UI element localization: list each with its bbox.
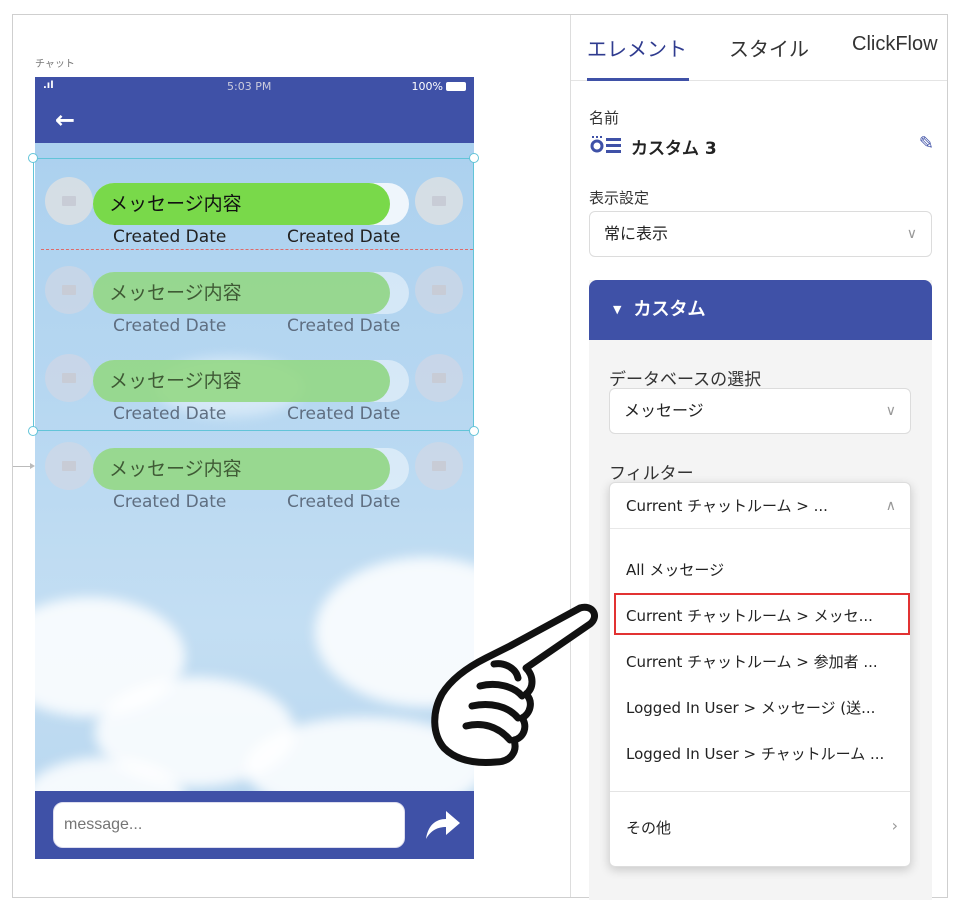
- active-tab-indicator: [587, 78, 689, 81]
- database-select-value: メッセージ: [624, 401, 704, 420]
- chevron-right-icon: ›: [891, 816, 898, 835]
- filter-option[interactable]: Current チャットルーム > 参加者 ...: [626, 651, 878, 672]
- database-select-label: データベースの選択: [609, 370, 762, 390]
- message-row[interactable]: メッセージ内容 Created Date Created Date: [35, 442, 474, 522]
- filter-select-current[interactable]: Current チャットルーム > ... ∧: [610, 483, 910, 529]
- element-name: カスタム 3: [631, 139, 717, 159]
- signal-icon: .ıl: [43, 80, 54, 91]
- collapse-triangle-icon: ▼: [613, 303, 622, 316]
- send-arrow-icon[interactable]: [422, 807, 462, 843]
- filter-option[interactable]: Logged In User > チャットルーム ...: [626, 743, 884, 764]
- battery-indicator: 100%: [412, 80, 466, 93]
- resize-handle[interactable]: [469, 153, 479, 163]
- custom-list-icon: [590, 136, 621, 153]
- screen-label: チャット: [35, 59, 75, 70]
- pointing-hand-icon: [431, 603, 598, 766]
- message-bubble[interactable]: メッセージ内容: [93, 448, 390, 490]
- app-header: ←: [35, 97, 474, 143]
- chevron-down-icon: ∨: [885, 403, 896, 419]
- avatar-image: [45, 442, 93, 490]
- custom-section-title: カスタム: [633, 299, 706, 320]
- properties-panel: エレメント スタイル ClickFlow 名前 カスタム 3 ✎ 表示設定 常に…: [570, 15, 947, 900]
- tab-clickflow[interactable]: ClickFlow: [852, 33, 938, 56]
- display-setting-value: 常に表示: [604, 224, 669, 243]
- status-bar: .ıl 5:03 PM 100%: [35, 77, 474, 97]
- filter-label: フィルター: [609, 464, 694, 484]
- filter-current-value: Current チャットルーム > ...: [626, 497, 828, 515]
- tab-style[interactable]: スタイル: [729, 33, 809, 62]
- dropdown-divider: [610, 791, 910, 792]
- custom-section: ▼ カスタム データベースの選択 メッセージ ∨ フィルター Current チャ…: [589, 280, 932, 900]
- created-date-left: Created Date: [113, 492, 227, 512]
- message-input[interactable]: [53, 802, 405, 848]
- tab-element[interactable]: エレメント: [587, 33, 687, 62]
- resize-handle[interactable]: [28, 426, 38, 436]
- panel-tabs: エレメント スタイル ClickFlow: [571, 15, 947, 81]
- display-setting-label: 表示設定: [589, 189, 650, 207]
- battery-label: 100%: [411, 80, 443, 93]
- resize-handle[interactable]: [469, 426, 479, 436]
- display-setting-select[interactable]: 常に表示 ∨: [589, 211, 932, 257]
- database-select[interactable]: メッセージ ∨: [609, 388, 911, 434]
- avatar-image: [415, 442, 463, 490]
- filter-option-other[interactable]: その他: [626, 817, 671, 838]
- name-label: 名前: [589, 109, 620, 127]
- filter-dropdown[interactable]: Current チャットルーム > ... ∧ All メッセージ Curren…: [609, 482, 911, 867]
- chevron-up-icon: ∧: [885, 498, 896, 514]
- status-time: 5:03 PM: [227, 80, 272, 93]
- edit-pencil-icon[interactable]: ✎: [919, 133, 934, 154]
- filter-option[interactable]: Logged In User > メッセージ (送...: [626, 697, 875, 718]
- battery-icon: [446, 82, 466, 91]
- filter-option[interactable]: All メッセージ: [626, 559, 724, 580]
- custom-section-header[interactable]: ▼ カスタム: [589, 280, 932, 340]
- element-name-row: カスタム 3 ✎: [589, 133, 934, 159]
- back-arrow-icon[interactable]: ←: [55, 106, 75, 134]
- selected-option-highlight: [614, 593, 910, 635]
- message-composer: [35, 791, 474, 859]
- resize-handle[interactable]: [28, 153, 38, 163]
- created-date-right: Created Date: [287, 492, 401, 512]
- chevron-down-icon: ∨: [906, 226, 917, 242]
- selection-box[interactable]: [33, 158, 474, 431]
- flow-connector-arrow: [13, 463, 35, 469]
